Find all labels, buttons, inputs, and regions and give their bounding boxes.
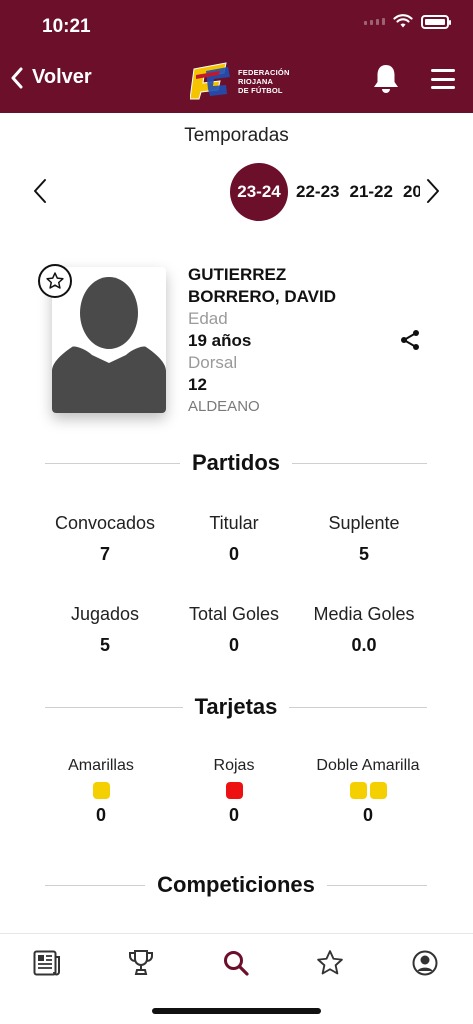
divider: [45, 706, 183, 708]
red-card-icon: [164, 782, 304, 799]
stat-convocados: Convocados 7: [54, 513, 156, 564]
season-pill[interactable]: 21-22: [347, 182, 394, 202]
matches-heading: Partidos: [45, 450, 427, 476]
divider: [289, 706, 427, 708]
player-name-line1: GUTIERREZ: [188, 265, 287, 284]
season-next-button[interactable]: [426, 178, 440, 209]
favorite-button[interactable]: [38, 264, 72, 298]
trophy-icon: [128, 950, 154, 975]
tab-profile[interactable]: [410, 948, 440, 978]
stat-total-goles: Total Goles 0: [188, 604, 280, 655]
news-icon: [33, 950, 60, 976]
tab-competitions[interactable]: [126, 948, 156, 978]
battery-icon: [421, 14, 451, 29]
dorsal-label: Dorsal: [188, 353, 238, 372]
chevron-left-icon: [11, 67, 23, 88]
stat-amarillas: Amarillas 0: [31, 757, 171, 826]
federation-emblem-icon: [190, 62, 230, 100]
tab-search[interactable]: [221, 948, 251, 978]
status-time: 10:21: [42, 16, 91, 37]
club-name: ALDEANO: [188, 398, 260, 415]
signal-icon: [364, 18, 385, 25]
matches-title: Partidos: [191, 450, 281, 475]
season-pill[interactable]: 20-21: [401, 182, 420, 202]
stat-media-goles: Media Goles 0.0: [313, 604, 415, 655]
back-label: Volver: [32, 66, 92, 88]
home-indicator: [152, 1008, 321, 1014]
bell-icon: [374, 65, 398, 93]
double-yellow-card-icon: [298, 782, 438, 799]
stat-jugados: Jugados 5: [70, 604, 140, 655]
age-value: 19 años: [188, 331, 252, 350]
season-pill[interactable]: 23-24: [230, 163, 288, 221]
cards-title: Tarjetas: [194, 694, 278, 719]
chevron-left-icon: [34, 179, 46, 203]
dorsal-value: 12: [188, 375, 207, 394]
star-icon: [317, 950, 343, 975]
logo-text: FEDERACIÓN RIOJANA DE FÚTBOL: [238, 67, 290, 95]
season-pills: 23-24 22-23 21-22 20-21: [230, 160, 420, 224]
tab-news[interactable]: [32, 948, 62, 978]
profile-icon: [412, 950, 438, 976]
competitions-title: Competiciones: [157, 872, 315, 897]
chevron-right-icon: [427, 179, 439, 203]
app-header: 10:21 Volver FEDERACIÓN RIOJANA DE FÚTBO…: [0, 0, 473, 113]
competitions-heading: Competiciones: [45, 872, 428, 898]
notifications-button[interactable]: [372, 63, 400, 100]
stat-suplente: Suplente 5: [328, 513, 400, 564]
hamburger-icon: [431, 69, 455, 72]
cards-heading: Tarjetas: [45, 694, 427, 720]
wifi-icon: [393, 14, 413, 28]
player-name-line2: BORRERO, DAVID: [188, 287, 336, 306]
stat-rojas: Rojas 0: [164, 757, 304, 826]
share-icon: [401, 330, 419, 350]
status-icons: [364, 14, 451, 29]
season-pill[interactable]: 22-23: [294, 182, 341, 202]
tab-favorites[interactable]: [315, 948, 345, 978]
age-label: Edad: [188, 309, 228, 328]
star-outline-icon: [46, 272, 64, 289]
stat-titular: Titular 0: [209, 513, 259, 564]
seasons-title: Temporadas: [184, 125, 289, 146]
back-button[interactable]: Volver: [10, 66, 92, 89]
divider: [45, 462, 180, 464]
divider: [292, 462, 427, 464]
menu-button[interactable]: [431, 69, 455, 89]
search-icon: [224, 951, 249, 976]
divider: [326, 884, 428, 886]
yellow-card-icon: [31, 782, 171, 799]
stat-doble-amarilla: Doble Amarilla 0: [298, 757, 438, 826]
season-selector: 23-24 22-23 21-22 20-21: [0, 160, 473, 224]
divider: [45, 884, 146, 886]
season-prev-button[interactable]: [33, 178, 47, 209]
federation-logo: FEDERACIÓN RIOJANA DE FÚTBOL: [190, 61, 290, 101]
player-info: GUTIERREZ BORRERO, DAVID Edad 19 años Do…: [188, 264, 388, 418]
share-button[interactable]: [399, 329, 421, 356]
